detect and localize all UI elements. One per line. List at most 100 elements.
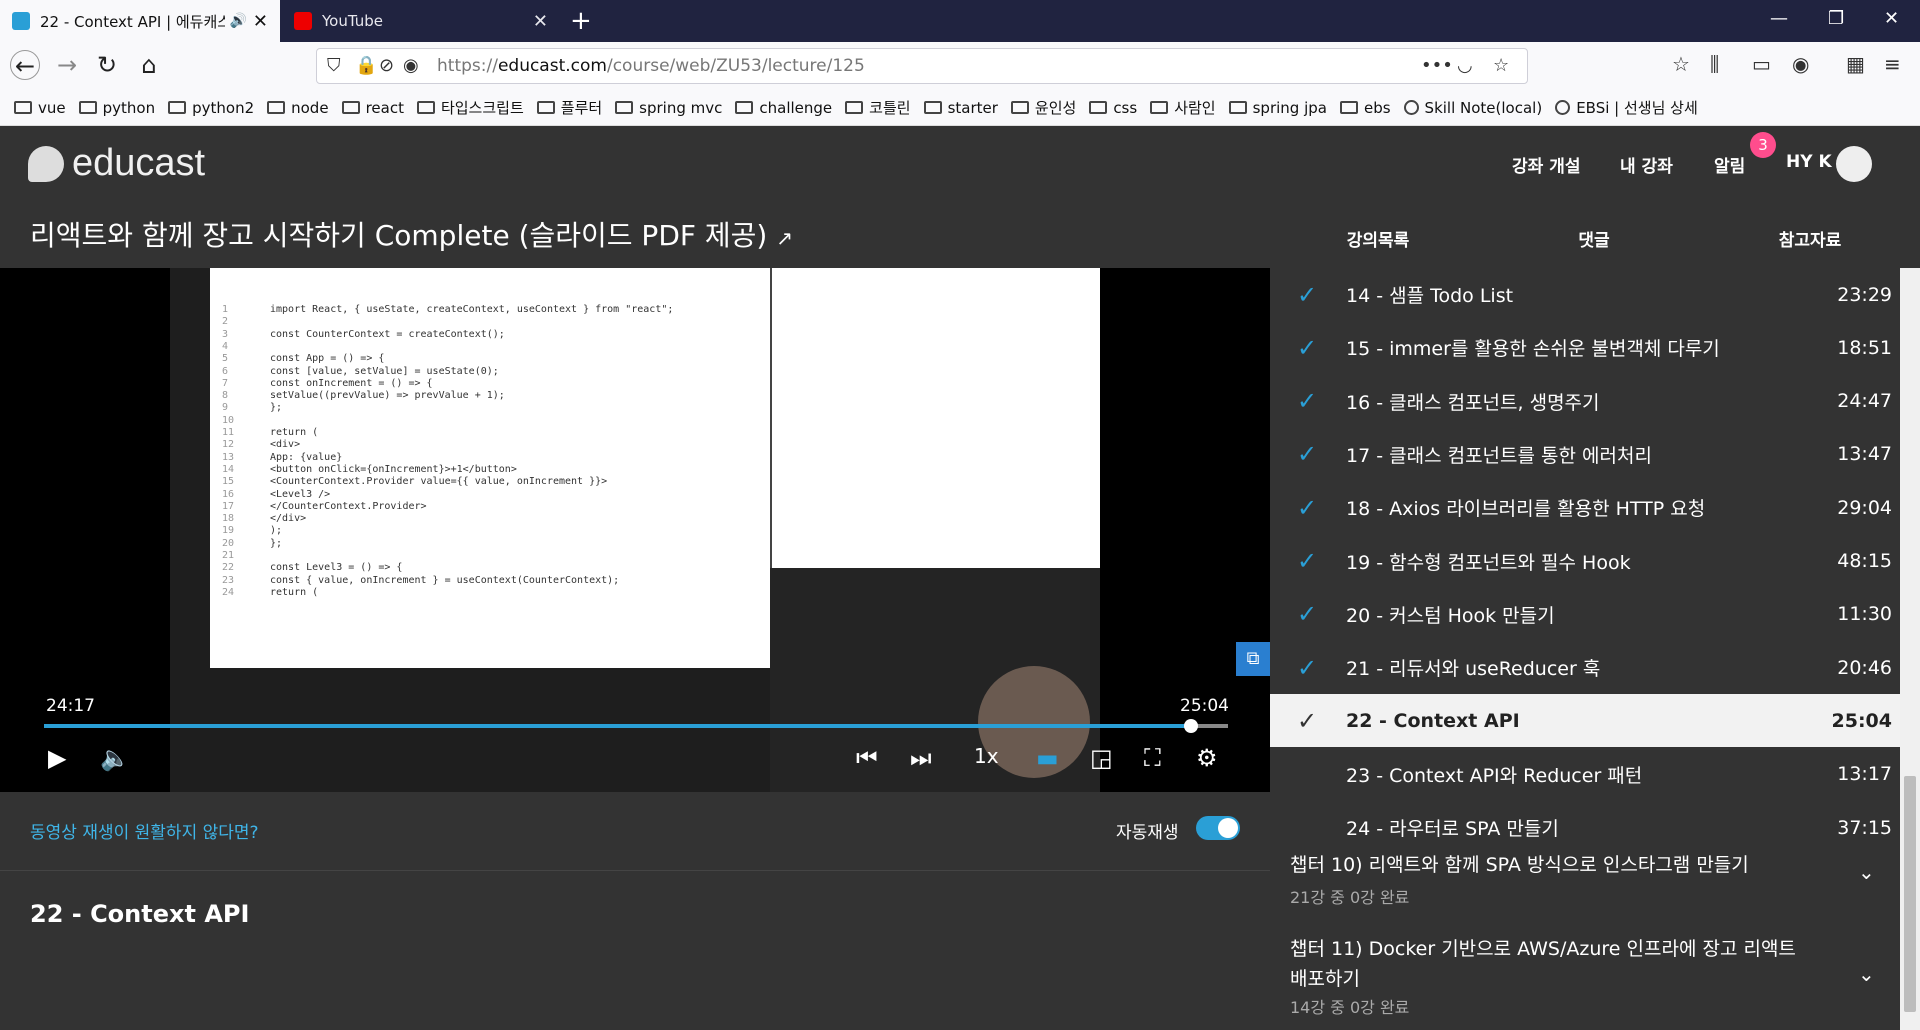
lecture-item[interactable]: ✓ 14 - 샘플 Todo List 23:29 (1270, 268, 1900, 321)
lecture-item[interactable]: 24 - 라우터로 SPA 만들기 37:15 (1270, 801, 1900, 854)
lecture-duration: 29:04 (1837, 496, 1892, 519)
bookmark-item[interactable]: 플루터 (536, 97, 602, 118)
chapter-title[interactable]: 챕터 11) Docker 기반으로 AWS/Azure 인프라에 장고 리액트… (1290, 934, 1810, 994)
lecture-item[interactable]: 23 - Context API와 Reducer 패턴 13:17 (1270, 748, 1900, 801)
bookmark-item[interactable]: spring jpa (1228, 99, 1327, 117)
bookmark-item[interactable]: starter (923, 99, 998, 117)
check-icon: ✓ (1296, 280, 1318, 309)
bookmark-item[interactable]: spring mvc (615, 99, 722, 117)
nav-alerts[interactable]: 알림 (1714, 152, 1745, 177)
bookmark-item[interactable]: react (341, 99, 404, 117)
close-tab-icon[interactable]: ✕ (253, 11, 268, 32)
url-bar[interactable]: ⛉ 🔒 ⊘ ◉ https://educast.com/course/web/Z… (316, 48, 1528, 84)
external-link-icon[interactable]: ↗ (776, 226, 793, 250)
fullscreen-icon[interactable]: ⛶ (1144, 744, 1161, 772)
tab-references[interactable]: 참고자료 (1702, 226, 1918, 251)
lecture-name: 21 - 리듀서와 useReducer 훅 (1346, 658, 1601, 681)
restore-icon[interactable]: ❐ (1828, 8, 1844, 29)
autoplay-toggle[interactable] (1196, 816, 1240, 840)
code-line-number: 20 (222, 537, 235, 549)
account-icon[interactable]: ◉ (1792, 52, 1809, 76)
lecture-item[interactable]: ✓ 15 - immer를 활용한 손쉬운 불변객체 다루기 18:51 (1270, 321, 1900, 374)
bookmark-item[interactable]: python2 (168, 99, 254, 117)
chevron-down-icon[interactable]: ⌄ (1858, 962, 1875, 986)
seek-progress (44, 724, 1192, 728)
educast-logo[interactable]: educast (28, 142, 205, 185)
reload-icon[interactable]: ↻ (92, 50, 122, 80)
chevron-down-icon[interactable]: ⌄ (1858, 860, 1875, 884)
library-icon[interactable]: ⫼ (1710, 52, 1719, 76)
tab-lecture-list[interactable]: 강의목록 (1270, 226, 1486, 272)
lecture-item[interactable]: ✓ 16 - 클래스 컴포넌트, 생명주기 24:47 (1270, 375, 1900, 428)
bookmark-item[interactable]: ebs (1339, 99, 1391, 117)
speaker-icon[interactable]: 🔊 (229, 13, 246, 29)
pip-toggle-icon[interactable]: ⧉ (1236, 642, 1270, 676)
globe-icon (1555, 100, 1571, 115)
speed-button[interactable]: 1x (974, 744, 999, 768)
play-icon[interactable]: ▶ (48, 744, 66, 772)
shield-icon[interactable]: ⛉ (327, 55, 341, 76)
site-header: educast 강좌 개설 내 강좌 알림 3 HY K (0, 126, 1920, 202)
more-actions-icon[interactable]: ••• (1421, 55, 1453, 76)
sidebar-icon[interactable]: ▭ (1752, 52, 1771, 76)
reading-list-icon[interactable]: ☆ (1672, 52, 1690, 76)
lecture-name: 22 - Context API (1346, 709, 1520, 732)
bookmark-item[interactable]: css (1089, 99, 1137, 117)
pip-icon[interactable]: ◲ (1090, 744, 1113, 772)
menu-icon[interactable]: ≡ (1884, 52, 1901, 76)
autoplay-blocked-icon[interactable]: ⊘ (379, 55, 394, 76)
bookmark-item[interactable]: python (78, 99, 155, 117)
user-name[interactable]: HY K (1786, 152, 1832, 172)
lecture-duration: 25:04 (1831, 709, 1892, 732)
tab-educast[interactable]: 22 - Context API | 에듀캐스 🔊 ✕ (0, 0, 280, 42)
bookmark-item[interactable]: EBSi | 선생님 상세 (1555, 97, 1698, 118)
permissions-icon[interactable]: ◉ (403, 55, 419, 76)
video-player[interactable]: 1 import React, { useState, createContext… (0, 268, 1270, 792)
next-icon[interactable]: ⏭ (910, 744, 932, 772)
bookmark-item[interactable]: 윤인성 (1010, 97, 1076, 118)
playback-help-link[interactable]: 동영상 재생이 원활하지 않다면? (30, 818, 259, 843)
bookmark-item[interactable]: Skill Note(local) (1403, 99, 1542, 117)
code-line-number: 24 (222, 586, 235, 598)
bookmark-item[interactable]: vue (14, 99, 66, 117)
seek-handle[interactable] (1184, 719, 1199, 733)
extensions-icon[interactable]: ▦ (1846, 52, 1865, 76)
scrollbar[interactable] (1900, 268, 1920, 1030)
seek-bar[interactable] (44, 719, 1228, 733)
forward-icon[interactable]: → (52, 50, 82, 80)
lecture-item[interactable]: ✓ 21 - 리듀서와 useReducer 훅 20:46 (1270, 641, 1900, 694)
home-icon[interactable]: ⌂ (134, 50, 164, 80)
minimize-icon[interactable]: — (1770, 8, 1788, 29)
lecture-item[interactable]: ✓ 20 - 커스텀 Hook 만들기 11:30 (1270, 588, 1900, 641)
volume-icon[interactable]: 🔈 (100, 744, 130, 772)
pocket-icon[interactable]: ◡ (1457, 55, 1473, 76)
close-tab-icon[interactable]: ✕ (533, 11, 548, 32)
bookmark-item[interactable]: 코틀린 (845, 97, 911, 118)
check-icon: ✓ (1296, 493, 1318, 522)
lecture-item[interactable]: ✓ 19 - 함수형 컴포넌트와 필수 Hook 48:15 (1270, 535, 1900, 588)
chapter-title[interactable]: 챕터 10) 리액트와 함께 SPA 방식으로 인스타그램 만들기 (1290, 850, 1810, 880)
previous-icon[interactable]: ⏮ (856, 744, 878, 772)
tab-youtube[interactable]: YouTube ✕ (282, 0, 560, 42)
bookmark-item[interactable]: 타입스크립트 (416, 97, 524, 118)
bookmark-item[interactable]: node (267, 99, 329, 117)
lecture-name: 19 - 함수형 컴포넌트와 필수 Hook (1346, 551, 1631, 574)
scrollbar-thumb[interactable] (1904, 776, 1916, 1012)
bookmark-star-icon[interactable]: ☆ (1493, 55, 1509, 76)
lecture-item[interactable]: ✓ 18 - Axios 라이브러리를 활용한 HTTP 요청 29:04 (1270, 481, 1900, 534)
bookmark-item[interactable]: 사람인 (1150, 97, 1216, 118)
nav-my-courses[interactable]: 내 강좌 (1620, 152, 1673, 177)
back-icon[interactable]: ← (10, 50, 40, 80)
lecture-item[interactable]: ✓ 17 - 클래스 컴포넌트를 통한 에러처리 13:47 (1270, 428, 1900, 481)
bookmark-label: challenge (759, 98, 833, 117)
lock-icon[interactable]: 🔒 (355, 55, 377, 76)
nav-create-course[interactable]: 강좌 개설 (1512, 152, 1580, 177)
tab-comments[interactable]: 댓글 (1486, 226, 1702, 251)
new-tab-icon[interactable]: + (570, 6, 592, 36)
close-window-icon[interactable]: ✕ (1884, 8, 1899, 29)
lecture-item[interactable]: ✓ 22 - Context API 25:04 (1270, 694, 1900, 748)
settings-gear-icon[interactable]: ⚙ (1196, 744, 1218, 772)
subtitle-icon[interactable]: ▬ (1036, 744, 1059, 772)
bookmark-item[interactable]: challenge (735, 99, 832, 117)
avatar[interactable] (1836, 146, 1872, 182)
